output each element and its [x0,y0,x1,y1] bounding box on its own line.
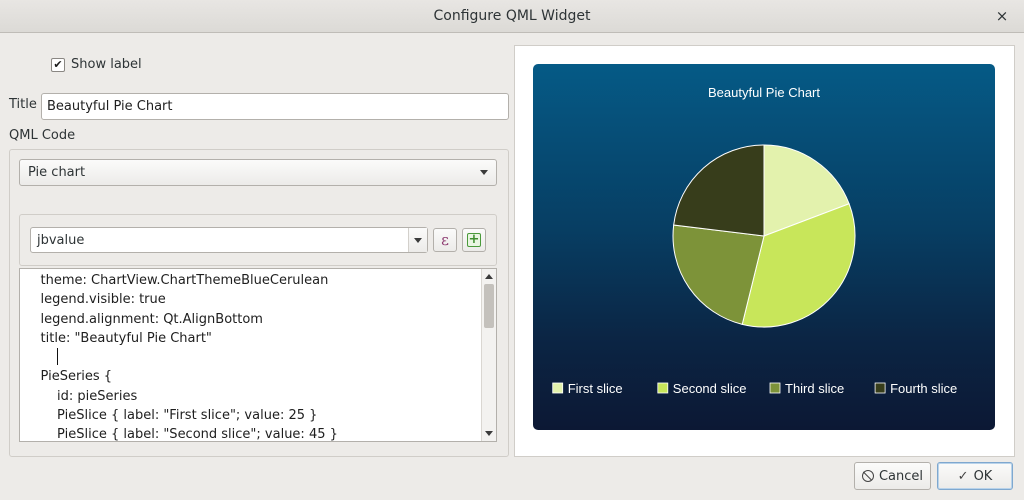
ok-button-label: OK [973,468,993,484]
expression-button[interactable]: ε [433,228,457,252]
code-line: theme: ChartView.ChartThemeBlueCerulean [24,273,329,288]
show-label-checkbox[interactable]: ✔ [51,57,65,72]
legend-label-3: Third slice [785,381,844,396]
code-line: title: "Beautyful Pie Chart" [24,330,212,346]
pie-slice-4 [673,144,765,237]
legend-swatch-2 [657,382,669,394]
legend-label-2: Second slice [673,381,747,396]
scroll-thumb[interactable] [484,284,494,328]
data-source-combo[interactable]: jbvalue [30,227,428,253]
epsilon-icon: ε [441,231,449,249]
plus-icon: + [467,232,481,247]
code-scrollbar[interactable] [481,269,496,441]
code-line: id: pieSeries [24,388,138,404]
checkmark-icon: ✔ [53,58,63,71]
ok-button[interactable]: ✓ OK [937,462,1013,490]
code-lines: theme: ChartView.ChartThemeBlueCerulean … [20,269,496,442]
close-icon[interactable]: × [992,6,1012,26]
code-line: legend.visible: true [24,292,166,308]
legend-swatch-3 [769,382,781,394]
code-line: PieSlice { label: "Second slice"; value:… [24,427,338,442]
title-input[interactable]: Beautyful Pie Chart [41,93,509,120]
legend-swatch-1 [552,382,564,394]
legend-swatch-4 [874,382,886,394]
chevron-down-icon [480,170,488,175]
cancel-circle-icon [861,470,874,482]
show-label-text: Show label [71,57,142,72]
scroll-up-icon[interactable] [485,274,493,279]
legend-label-4: Fourth slice [890,381,957,396]
code-line: PieSlice { label: "First slice"; value: … [24,408,318,424]
qml-code-editor[interactable]: theme: ChartView.ChartThemeBlueCerulean … [19,268,497,442]
code-line: PieSeries { [24,369,113,385]
checkmark-icon: ✓ [957,468,969,484]
template-select-value: Pie chart [28,165,86,180]
chart-title: Beautyful Pie Chart [708,85,820,100]
data-source-value: jbvalue [37,232,85,248]
title-bar: Configure QML Widget × [0,0,1024,33]
scroll-down-icon[interactable] [485,431,493,436]
add-variable-button[interactable]: + [462,228,486,252]
chart-view: Beautyful Pie Chart First slice Second sl… [533,64,995,430]
qml-code-label: QML Code [9,128,76,143]
window-title: Configure QML Widget [433,8,591,24]
code-line: legend.alignment: Qt.AlignBottom [24,311,263,327]
text-cursor [57,348,58,365]
legend-label-1: First slice [568,381,623,396]
chevron-down-icon [414,237,422,243]
title-field-label: Title [9,97,37,112]
show-label-checkbox-row[interactable]: ✔ Show label [51,57,142,72]
template-select[interactable]: Pie chart [19,159,497,186]
cancel-button[interactable]: Cancel [854,462,931,490]
title-input-value: Beautyful Pie Chart [47,99,173,114]
pie-chart: Beautyful Pie Chart First slice Second sl… [552,85,957,396]
cancel-button-label: Cancel [878,468,924,484]
data-source-dropdown[interactable] [408,228,427,252]
